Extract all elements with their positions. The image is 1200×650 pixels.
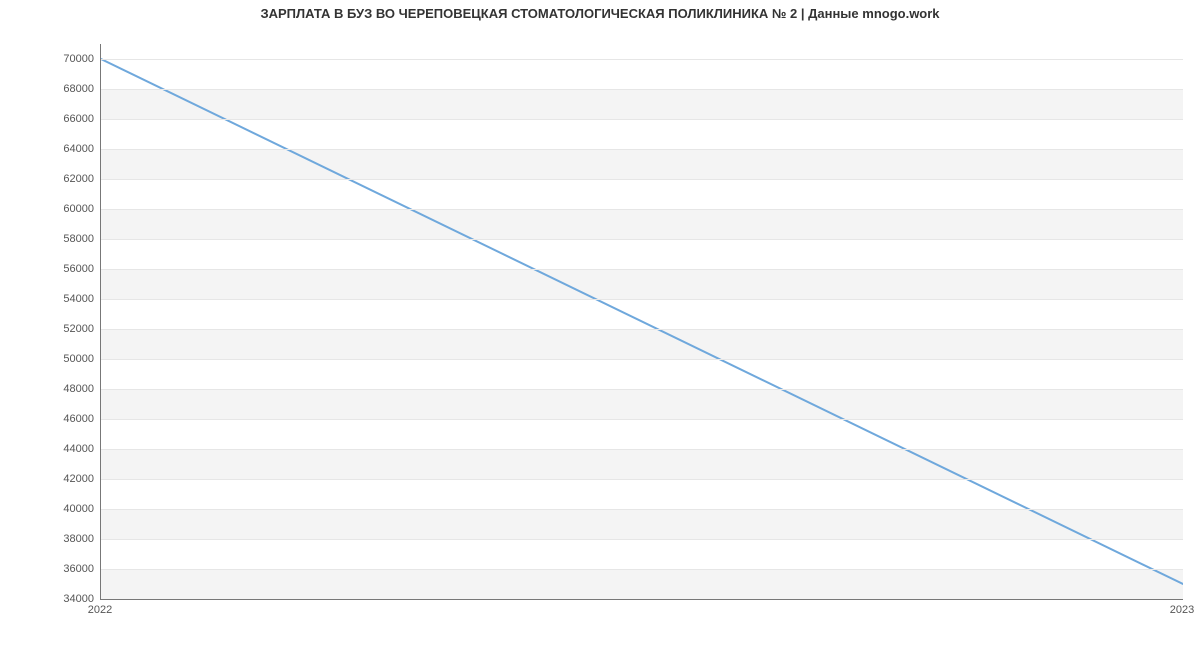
y-tick-label: 48000	[6, 383, 94, 395]
y-tick-label: 46000	[6, 413, 94, 425]
gridline	[101, 89, 1183, 90]
y-tick-label: 68000	[6, 83, 94, 95]
gridline	[101, 179, 1183, 180]
x-tick-label: 2022	[88, 604, 112, 616]
y-tick-label: 34000	[6, 593, 94, 605]
y-tick-label: 62000	[6, 173, 94, 185]
chart-title: ЗАРПЛАТА В БУЗ ВО ЧЕРЕПОВЕЦКАЯ СТОМАТОЛО…	[0, 6, 1200, 21]
y-tick-label: 52000	[6, 323, 94, 335]
y-tick-label: 36000	[6, 563, 94, 575]
gridline	[101, 209, 1183, 210]
gridline	[101, 269, 1183, 270]
gridline	[101, 449, 1183, 450]
gridline	[101, 359, 1183, 360]
gridline	[101, 149, 1183, 150]
y-tick-label: 64000	[6, 143, 94, 155]
gridline	[101, 239, 1183, 240]
y-tick-label: 54000	[6, 293, 94, 305]
gridline	[101, 479, 1183, 480]
y-tick-label: 38000	[6, 533, 94, 545]
y-tick-label: 66000	[6, 113, 94, 125]
gridline	[101, 389, 1183, 390]
line-series	[101, 44, 1183, 599]
gridline	[101, 569, 1183, 570]
gridline	[101, 509, 1183, 510]
gridline	[101, 119, 1183, 120]
plot-area	[100, 44, 1183, 600]
gridline	[101, 539, 1183, 540]
y-tick-label: 44000	[6, 443, 94, 455]
y-tick-label: 40000	[6, 503, 94, 515]
gridline	[101, 59, 1183, 60]
y-tick-label: 50000	[6, 353, 94, 365]
gridline	[101, 599, 1183, 600]
y-tick-label: 60000	[6, 203, 94, 215]
salary-chart: ЗАРПЛАТА В БУЗ ВО ЧЕРЕПОВЕЦКАЯ СТОМАТОЛО…	[0, 0, 1200, 650]
y-tick-label: 58000	[6, 233, 94, 245]
y-tick-label: 56000	[6, 263, 94, 275]
gridline	[101, 419, 1183, 420]
gridline	[101, 329, 1183, 330]
gridline	[101, 299, 1183, 300]
x-tick-label: 2023	[1170, 604, 1194, 616]
y-tick-label: 42000	[6, 473, 94, 485]
y-tick-label: 70000	[6, 53, 94, 65]
